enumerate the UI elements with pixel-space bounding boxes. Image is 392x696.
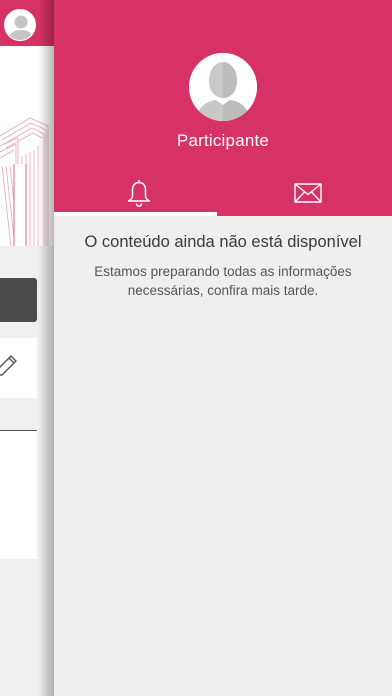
empty-state-message: Estamos preparando todas as informações … [94,264,352,298]
empty-state-title: O conteúdo ainda não está disponível [84,233,362,251]
side-drawer: Participante O conteúdo ainda não está d… [54,0,392,696]
person-icon [5,10,35,40]
envelope-icon [293,183,322,203]
tab-notifications[interactable] [54,170,223,216]
profile-avatar[interactable] [189,53,257,121]
drawer-header: Participante [54,0,392,216]
tab-messages[interactable] [223,170,392,216]
profile-name: Participante [176,131,270,150]
selected-tab-indicator [54,212,217,216]
background-button[interactable] [0,278,37,322]
drawer-shadow [38,0,54,696]
background-avatar[interactable] [4,9,36,41]
pencil-icon[interactable] [0,355,20,377]
bell-icon [127,179,150,208]
background-card [0,431,37,559]
person-icon [189,53,257,121]
